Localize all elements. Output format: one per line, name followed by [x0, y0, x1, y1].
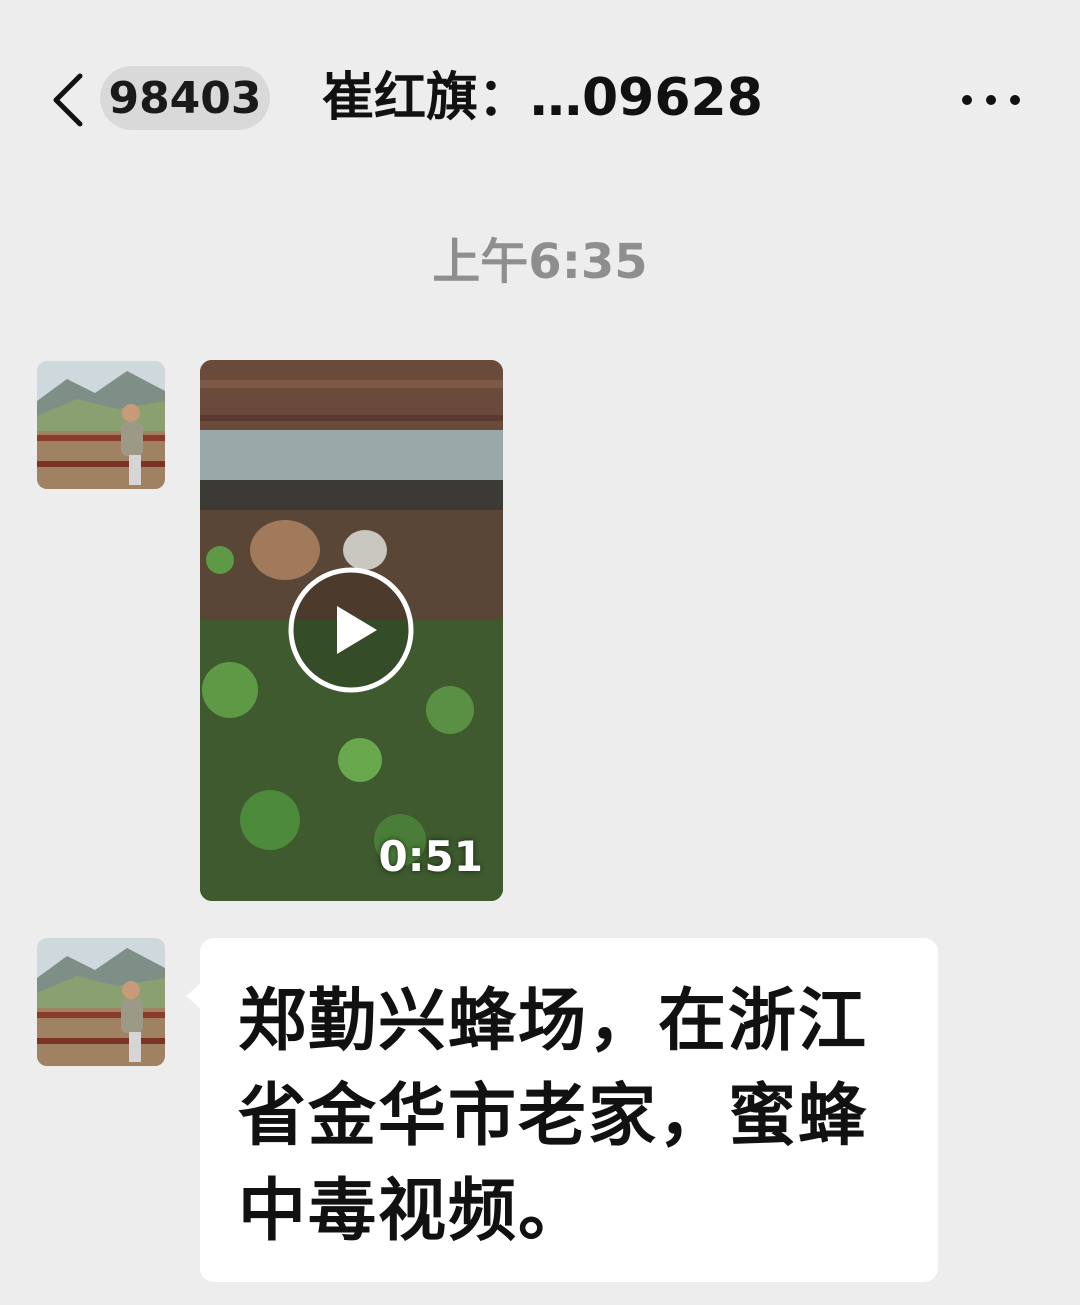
play-icon[interactable] — [287, 566, 415, 694]
video-duration: 0:51 — [378, 832, 483, 881]
sender-avatar[interactable] — [37, 361, 165, 489]
text-message-bubble[interactable]: 郑勤兴蜂场，在浙江省金华市老家，蜜蜂中毒视频。 — [186, 938, 938, 1282]
message-text: 郑勤兴蜂场，在浙江省金华市老家，蜜蜂中毒视频。 — [238, 982, 869, 1251]
chevron-left-icon[interactable] — [48, 70, 88, 130]
chat-header: 98403 崔红旗：…09628 — [0, 0, 1080, 175]
sender-avatar[interactable] — [37, 938, 165, 1066]
avatar-photo — [37, 938, 165, 1066]
avatar-photo — [37, 361, 165, 489]
video-message[interactable]: 0:51 — [200, 360, 503, 901]
unread-count-badge[interactable]: 98403 — [100, 66, 270, 130]
message-timestamp: 上午6:35 — [432, 234, 648, 290]
more-dots-icon[interactable] — [958, 82, 1024, 118]
bubble-tail — [186, 982, 202, 1010]
chat-title: 崔红旗：…09628 — [322, 68, 763, 128]
